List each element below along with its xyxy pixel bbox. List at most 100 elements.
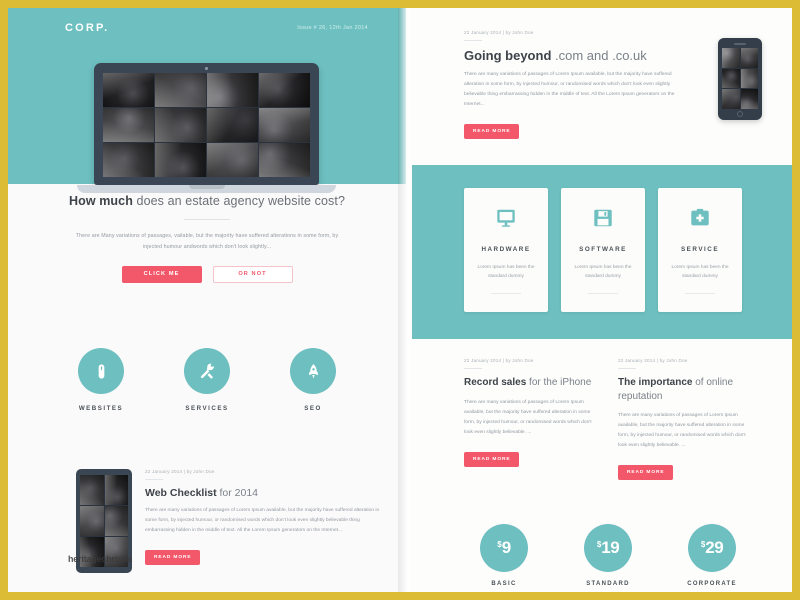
cost-button-row: CLICK ME OR NOT [8, 265, 406, 283]
post-text: There are many variations of passages of… [464, 399, 592, 435]
currency-symbol: $ [596, 539, 602, 549]
gallery-thumbnail [722, 48, 740, 68]
gallery-thumbnail [80, 475, 104, 505]
divider [184, 219, 230, 220]
card-text-software: Lorem Ipsum has been the standard dummy [574, 265, 632, 280]
laptop-notch [188, 185, 225, 189]
read-more-button[interactable]: READ MORE [145, 550, 201, 566]
cost-body-text: There are Many variations of passages, v… [75, 233, 339, 250]
post-title-strong: Record sales [464, 377, 527, 388]
post-title-strong: The importance [618, 377, 693, 388]
currency-symbol: $ [700, 539, 706, 549]
pricing-plan-standard[interactable]: $19 STANDARD [568, 524, 648, 592]
brand-logo: CORP. [65, 22, 110, 34]
service-item-services[interactable]: SERVICES [177, 348, 237, 412]
blog-posts-row: 22 January 2014 | by John Doe Record sal… [464, 358, 752, 481]
pricing-plan-basic[interactable]: $9 BASIC [464, 524, 544, 592]
read-more-button[interactable]: READ MORE [464, 124, 520, 140]
service-label-websites: WEBSITES [78, 405, 124, 412]
click-me-button[interactable]: CLICK ME [121, 265, 202, 283]
brochure-spread: CORP. Issue # 26, 12th Jan 2014 How much… [8, 8, 792, 592]
gallery-thumbnail [259, 108, 310, 142]
issue-label: Issue # 26, 12th Jan 2014 [297, 25, 368, 31]
gallery-thumbnail [207, 143, 258, 177]
phone-speaker [734, 43, 746, 45]
read-more-button[interactable]: READ MORE [618, 465, 674, 481]
laptop-mockup [77, 63, 336, 194]
blog-post-online-reputation: 22 January 2014 | by John Doe The import… [618, 358, 752, 481]
price-badge-corporate: $29 [688, 524, 736, 572]
article-body: 22 January 2014 | by John Doe Web Checkl… [145, 469, 386, 573]
gallery-thumbnail [80, 506, 104, 536]
post-title: Record sales for the iPhone [464, 376, 598, 390]
pricing-label-basic: BASIC [491, 581, 517, 587]
cost-heading: How much does an estate agency website c… [8, 194, 406, 208]
service-label-services: SERVICES [185, 405, 229, 412]
feature-meta: 22 January 2014 | by John Doe [464, 30, 534, 35]
feature-card-hardware[interactable]: HARDWARE Lorem Ipsum has been the standa… [464, 188, 548, 312]
feature-card-service[interactable]: SERVICE Lorem Ipsum has been the standar… [658, 188, 742, 312]
gallery-thumbnail [104, 475, 128, 505]
poster-frame: CORP. Issue # 26, 12th Jan 2014 How much… [0, 0, 800, 600]
pricing-row: $9 BASIC $19 STANDARD $29 CORPORATE [464, 524, 752, 592]
feature-cards-row: HARDWARE Lorem Ipsum has been the standa… [464, 188, 742, 312]
laptop-body [94, 63, 319, 185]
price-amount: 9 [501, 538, 511, 557]
phone-home-button-icon [737, 111, 743, 117]
services-row: WEBSITES SERVICES SEO [8, 348, 406, 412]
divider [588, 292, 618, 294]
cost-section: How much does an estate agency website c… [8, 194, 406, 283]
article-meta: 22 January 2014 | by John Doe [145, 469, 215, 474]
service-item-websites[interactable]: WEBSITES [71, 348, 131, 412]
post-meta: 22 January 2014 | by John Doe [464, 358, 534, 363]
divider [145, 479, 163, 480]
post-title-rest: for the iPhone [526, 377, 592, 388]
gallery-thumbnail [740, 68, 758, 89]
feature-title: Going beyond .com and .co.uk [464, 48, 676, 63]
currency-symbol: $ [497, 539, 502, 549]
features-teal-band: HARDWARE Lorem Ipsum has been the standa… [412, 165, 792, 339]
article-title-rest: for 2014 [216, 487, 259, 499]
feature-title-rest: .com and .co.uk [551, 48, 647, 63]
or-not-button[interactable]: OR NOT [212, 265, 293, 283]
read-more-button[interactable]: READ MORE [464, 451, 520, 467]
service-label-seo: SEO [304, 405, 322, 412]
card-text-service: Lorem Ipsum has been the standard dummy [671, 265, 729, 280]
watermark-text: heritagechristia [68, 554, 132, 564]
article-text: There are many variations of passages of… [145, 508, 380, 534]
feature-title-strong: Going beyond [464, 48, 552, 63]
laptop-screen-gallery [103, 73, 310, 177]
post-text: There are many variations of passages of… [618, 413, 746, 449]
laptop-camera-icon [205, 67, 208, 70]
price-badge-standard: $19 [584, 524, 632, 572]
article-title: Web Checklist for 2014 [145, 487, 386, 499]
feature-card-software[interactable]: SOFTWARE Lorem Ipsum has been the standa… [561, 188, 645, 312]
post-title: The importance of online reputation [618, 376, 752, 403]
price-amount: 29 [705, 538, 724, 557]
divider [618, 368, 636, 369]
price-badge-basic: $9 [480, 524, 528, 572]
pricing-plan-corporate[interactable]: $29 CORPORATE [672, 524, 752, 592]
pricing-label-standard: STANDARD [586, 581, 630, 587]
gallery-thumbnail [103, 143, 154, 177]
post-meta: 22 January 2014 | by John Doe [618, 358, 688, 363]
card-text-hardware: Lorem Ipsum has been the standard dummy [477, 265, 535, 280]
price-amount: 19 [601, 538, 620, 557]
service-item-seo[interactable]: SEO [283, 348, 343, 412]
gallery-thumbnail [103, 108, 154, 142]
gallery-thumbnail [740, 89, 758, 109]
phone-mockup [718, 38, 762, 120]
gallery-thumbnail [155, 73, 206, 107]
card-title-service: SERVICE [680, 246, 720, 253]
gallery-thumbnail [259, 143, 310, 177]
cost-heading-strong: How much [68, 194, 133, 208]
divider [685, 292, 715, 294]
phone-screen-gallery [722, 48, 758, 109]
gallery-thumbnail [740, 48, 758, 68]
divider [464, 368, 482, 369]
gallery-thumbnail [259, 73, 310, 107]
gallery-thumbnail [722, 89, 740, 109]
card-title-hardware: HARDWARE [481, 246, 531, 253]
gallery-thumbnail [103, 73, 154, 107]
blog-post-record-sales: 22 January 2014 | by John Doe Record sal… [464, 358, 598, 480]
